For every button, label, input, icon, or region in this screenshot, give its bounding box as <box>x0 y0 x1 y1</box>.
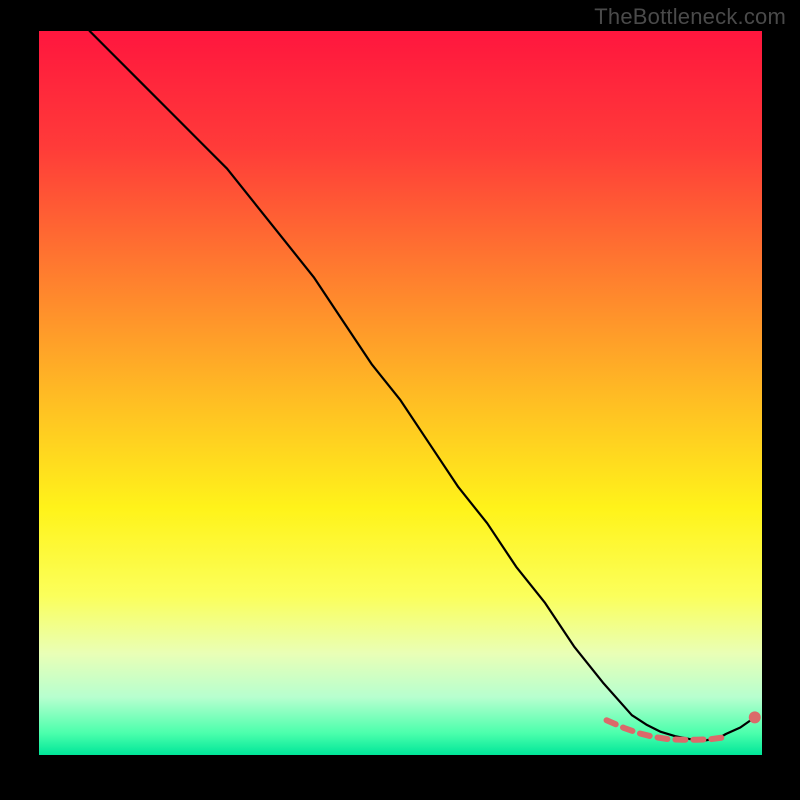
watermark-text: TheBottleneck.com <box>594 4 786 30</box>
chart-svg <box>0 0 800 800</box>
marker-highlight-end <box>749 711 761 723</box>
plot-background <box>39 31 762 755</box>
chart-frame: { "watermark": "TheBottleneck.com", "cha… <box>0 0 800 800</box>
